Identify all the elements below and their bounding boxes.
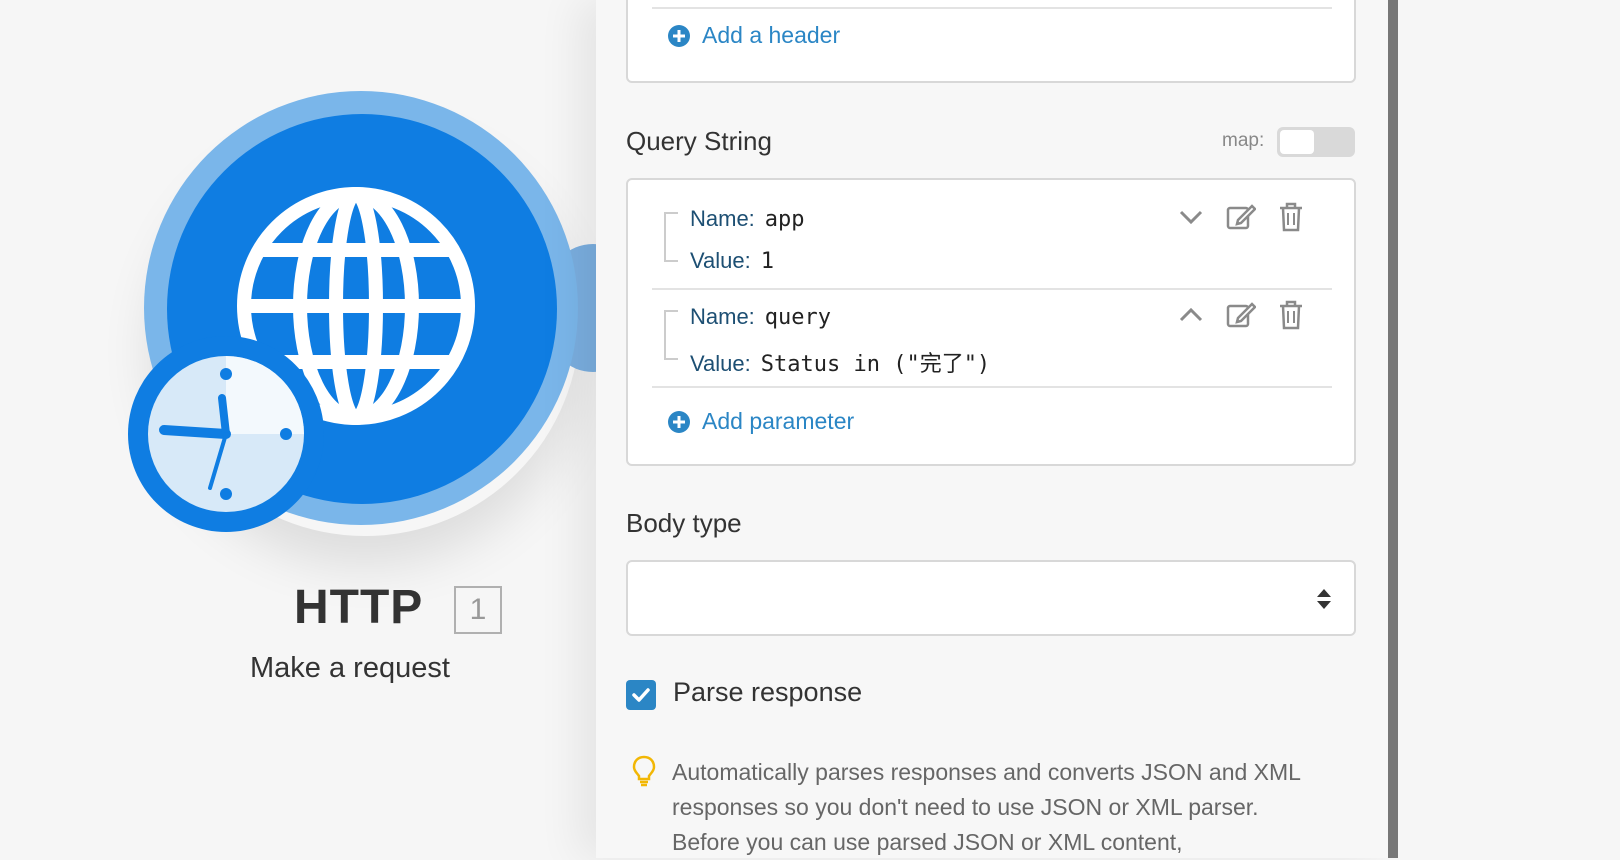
chevron-up-icon[interactable]	[1178, 302, 1204, 328]
divider	[652, 288, 1332, 290]
plus-circle-icon	[668, 24, 690, 47]
parse-response-label: Parse response	[673, 677, 863, 707]
param-name-value: query	[764, 305, 832, 330]
map-toggle[interactable]	[1277, 127, 1355, 157]
param-value-value: Status in ("完了")	[760, 352, 991, 377]
edit-icon[interactable]	[1226, 300, 1256, 330]
trash-icon[interactable]	[1278, 300, 1304, 330]
query-string-card: Name: app Value: 1 Name: query Value: St…	[626, 178, 1356, 466]
module-subtitle: Make a request	[250, 652, 450, 684]
clock-icon	[128, 336, 324, 532]
parse-response-checkbox[interactable]	[626, 680, 656, 710]
param-name-key: Name:	[690, 206, 755, 231]
panel-scrollbar[interactable]	[1388, 0, 1398, 858]
module-title: HTTP	[294, 581, 424, 634]
param-value-key: Value:	[690, 351, 751, 376]
divider	[652, 7, 1332, 9]
headers-card: Add a header	[626, 0, 1356, 83]
divider	[652, 386, 1332, 388]
add-parameter-button[interactable]: Add parameter	[668, 408, 854, 435]
add-header-button[interactable]: Add a header	[668, 22, 840, 49]
http-module[interactable]: HTTP 1 Make a request	[0, 0, 638, 858]
chevron-down-icon[interactable]	[1178, 204, 1204, 230]
query-string-label: Query String	[626, 126, 772, 156]
plus-circle-icon	[668, 410, 690, 433]
query-param-item[interactable]: Name: query Value: Status in ("完了")	[664, 300, 1304, 390]
checkmark-icon	[632, 688, 650, 702]
add-header-label: Add a header	[702, 22, 841, 48]
param-name-key: Name:	[690, 304, 755, 329]
select-arrows-icon	[1317, 589, 1331, 609]
edit-icon[interactable]	[1226, 202, 1256, 232]
canvas-right-area	[1398, 0, 1620, 858]
param-name-value: app	[764, 207, 805, 232]
map-label: map:	[1222, 130, 1265, 151]
parse-response-hint: Automatically parses responses and conve…	[672, 759, 1301, 855]
param-value-value: 1	[760, 249, 774, 274]
body-type-select[interactable]	[626, 560, 1356, 636]
query-param-item[interactable]: Name: app Value: 1	[664, 202, 1304, 292]
lightbulb-icon	[632, 755, 656, 787]
toggle-knob	[1280, 130, 1314, 154]
body-type-label: Body type	[626, 508, 742, 538]
module-number-badge: 1	[454, 586, 502, 634]
param-value-key: Value:	[690, 248, 751, 273]
module-settings-panel: Add a header Query String map: Name: app…	[596, 0, 1392, 858]
trash-icon[interactable]	[1278, 202, 1304, 232]
add-parameter-label: Add parameter	[702, 408, 855, 434]
